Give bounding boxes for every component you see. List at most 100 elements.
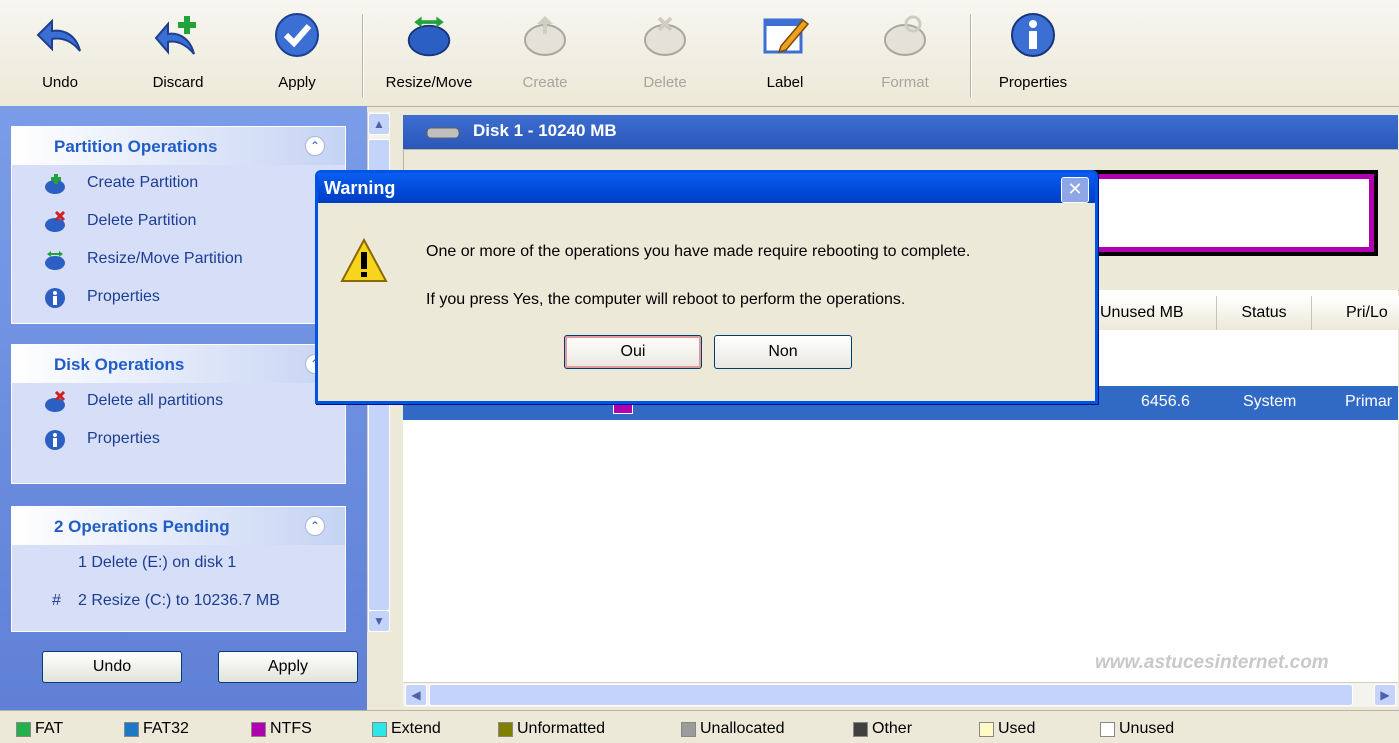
pending-operation-item: 1 Delete (E:) on disk 1 — [12, 545, 345, 583]
scroll-right-icon[interactable]: ▶ — [1374, 684, 1396, 706]
create-partition-link[interactable]: Create Partition — [12, 165, 345, 203]
discard-icon — [154, 12, 202, 58]
format-toolbar-button[interactable]: Format — [850, 12, 960, 102]
legend-ntfs: NTFS — [251, 720, 312, 738]
pending-prefix: # — [52, 592, 61, 609]
legend-fat: FAT — [16, 720, 63, 738]
undo-arrow-icon — [36, 12, 84, 58]
partition-operations-group: Partition Operations ⌃ Create Partition … — [11, 126, 346, 324]
pending-text: 1 Delete (E:) on disk 1 — [78, 554, 237, 571]
legend-swatch — [979, 721, 994, 737]
partition-properties-link[interactable]: Properties — [12, 279, 345, 317]
legend-swatch — [853, 721, 868, 737]
apply-button[interactable]: Apply — [218, 651, 358, 683]
legend-used: Used — [979, 720, 1035, 738]
legend-swatch — [1100, 721, 1115, 737]
disk-title: Disk 1 - 10240 MB — [473, 121, 617, 140]
link-label: Properties — [87, 430, 160, 447]
delete-label: Delete — [643, 74, 687, 91]
legend-other: Other — [853, 720, 912, 738]
resize-move-partition-link[interactable]: Resize/Move Partition — [12, 241, 345, 279]
format-label: Format — [881, 74, 929, 91]
checkmark-icon — [273, 12, 321, 58]
create-toolbar-button[interactable]: Create — [490, 12, 600, 102]
operations-pending-group: 2 Operations Pending ⌃ 1 Delete (E:) on … — [11, 506, 346, 632]
resize-move-icon — [405, 12, 453, 58]
group-title: Partition Operations — [54, 137, 218, 156]
column-header-status[interactable]: Status — [1217, 296, 1312, 330]
apply-toolbar-button[interactable]: Apply — [242, 12, 352, 102]
legend-unused: Unused — [1100, 720, 1174, 738]
partition-bar[interactable] — [1080, 170, 1378, 256]
legend-fat32: FAT32 — [124, 720, 189, 738]
properties-label: Properties — [998, 74, 1068, 91]
delete-all-icon — [45, 391, 66, 412]
legend-swatch — [681, 721, 696, 737]
partition-operations-header[interactable]: Partition Operations ⌃ — [12, 127, 345, 165]
dialog-title: Warning — [324, 178, 396, 198]
group-title: Disk Operations — [54, 355, 185, 374]
info-icon — [45, 430, 65, 450]
task-panel: Partition Operations ⌃ Create Partition … — [0, 106, 367, 710]
group-title: 2 Operations Pending — [54, 517, 230, 536]
collapse-icon[interactable]: ⌃ — [305, 516, 325, 536]
create-partition-icon — [521, 12, 569, 58]
scroll-down-icon[interactable]: ▼ — [368, 610, 390, 632]
delete-partition-link[interactable]: Delete Partition — [12, 203, 345, 241]
properties-toolbar-button[interactable]: Properties — [978, 12, 1088, 102]
resize-move-icon — [45, 251, 65, 270]
collapse-icon[interactable]: ⌃ — [305, 136, 325, 156]
operations-pending-header[interactable]: 2 Operations Pending ⌃ — [12, 507, 345, 545]
undo-toolbar-button[interactable]: Undo — [5, 12, 115, 102]
no-button[interactable]: Non — [714, 335, 852, 369]
undo-button[interactable]: Undo — [42, 651, 182, 683]
link-label: Delete Partition — [87, 212, 197, 229]
disk-operations-header[interactable]: Disk Operations ⌃ — [12, 345, 345, 383]
close-icon[interactable]: ✕ — [1061, 177, 1089, 203]
legend-unformatted: Unformatted — [498, 720, 605, 738]
legend-swatch — [251, 721, 266, 737]
legend-swatch — [124, 721, 139, 737]
legend-swatch — [16, 721, 31, 737]
horizontal-scrollbar[interactable]: ◀ ▶ — [403, 682, 1398, 707]
link-label: Resize/Move Partition — [87, 250, 243, 267]
legend-swatch — [498, 721, 513, 737]
discard-toolbar-button[interactable]: Discard — [123, 12, 233, 102]
label-toolbar-button[interactable]: Label — [730, 12, 840, 102]
type-cell: Primar — [1345, 393, 1393, 410]
info-icon — [45, 288, 65, 308]
yes-button[interactable]: Oui — [564, 335, 702, 369]
delete-all-partitions-link[interactable]: Delete all partitions — [12, 383, 345, 421]
hard-drive-icon — [426, 127, 460, 139]
warning-dialog: Warning ✕ One or more of the operations … — [315, 170, 1098, 404]
apply-label: Apply — [278, 74, 316, 91]
column-header-unused[interactable]: Unused MB — [1092, 296, 1217, 330]
label-pencil-icon — [761, 12, 809, 58]
legend-swatch — [372, 721, 387, 737]
scroll-left-icon[interactable]: ◀ — [405, 684, 427, 706]
link-label: Delete all partitions — [87, 392, 224, 409]
legend-bar: FAT FAT32 NTFS Extend Unformatted Unallo… — [0, 710, 1399, 743]
resize-move-toolbar-button[interactable]: Resize/Move — [374, 12, 484, 102]
disk-operations-group: Disk Operations ⌃ Delete all partitions … — [11, 344, 346, 484]
legend-unallocated: Unallocated — [681, 720, 785, 738]
resize-move-label: Resize/Move — [385, 74, 473, 91]
toolbar-separator — [362, 14, 364, 98]
legend-extend: Extend — [372, 720, 441, 738]
undo-label: Undo — [42, 74, 78, 91]
dialog-titlebar: Warning — [318, 173, 1095, 203]
link-label: Properties — [87, 288, 160, 305]
delete-toolbar-button[interactable]: Delete — [610, 12, 720, 102]
scroll-up-icon[interactable]: ▲ — [368, 113, 390, 135]
toolbar: Undo Discard Apply Resize/Move Create De… — [0, 0, 1399, 107]
dialog-message-line2: If you press Yes, the computer will rebo… — [426, 291, 906, 308]
delete-partition-icon — [45, 211, 66, 232]
scroll-thumb[interactable] — [429, 684, 1353, 706]
create-label: Create — [522, 74, 568, 91]
label-label: Label — [766, 74, 804, 91]
column-header-type[interactable]: Pri/Lo — [1312, 296, 1399, 330]
disk-header: Disk 1 - 10240 MB — [403, 115, 1398, 149]
dialog-message-line1: One or more of the operations you have m… — [426, 243, 971, 260]
disk-properties-link[interactable]: Properties — [12, 421, 345, 459]
pending-operation-item: # 2 Resize (C:) to 10236.7 MB — [12, 583, 345, 621]
